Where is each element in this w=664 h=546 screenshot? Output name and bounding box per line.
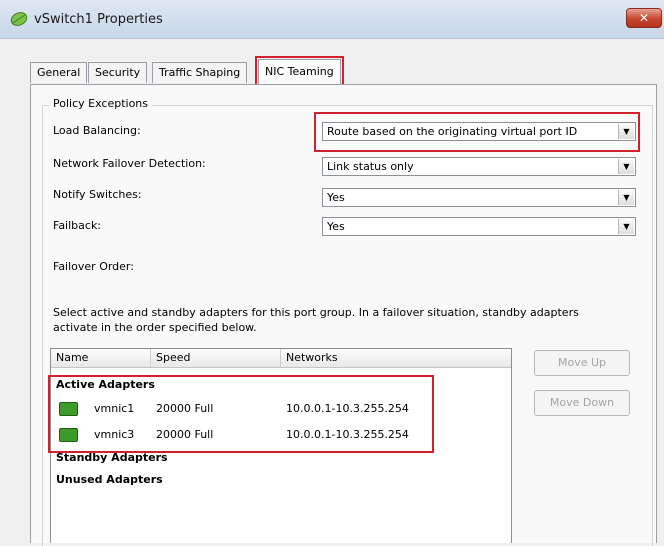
notify-switches-label: Notify Switches: — [53, 188, 142, 201]
notify-switches-value: Yes — [327, 191, 345, 204]
failover-detection-value: Link status only — [327, 160, 414, 173]
title-bar: vSwitch1 Properties ✕ — [0, 0, 664, 39]
failover-description: Select active and standby adapters for t… — [53, 306, 579, 334]
tab-general[interactable]: General — [30, 62, 88, 83]
failback-label: Failback: — [53, 219, 102, 232]
failback-select[interactable]: Yes ▼ — [322, 217, 636, 236]
chevron-down-icon[interactable]: ▼ — [618, 190, 634, 205]
column-networks[interactable]: Networks — [281, 349, 511, 367]
unused-adapters-heading: Unused Adapters — [56, 473, 163, 486]
load-balancing-highlight — [314, 112, 640, 152]
load-balancing-label: Load Balancing: — [53, 124, 141, 137]
failover-detection-label: Network Failover Detection: — [53, 157, 206, 170]
vswitch-leaf-icon — [10, 12, 28, 26]
chevron-down-icon[interactable]: ▼ — [618, 159, 634, 174]
adapter-list-header: Name Speed Networks — [51, 349, 511, 368]
move-up-button[interactable]: Move Up — [534, 350, 630, 376]
failover-detection-select[interactable]: Link status only ▼ — [322, 157, 636, 176]
policy-exceptions-label: Policy Exceptions — [49, 97, 153, 110]
tab-traffic-shaping[interactable]: Traffic Shaping — [152, 62, 248, 83]
chevron-down-icon[interactable]: ▼ — [618, 219, 634, 234]
window-title: vSwitch1 Properties — [34, 12, 163, 27]
failback-value: Yes — [327, 220, 345, 233]
active-adapters-highlight — [48, 375, 434, 453]
close-button[interactable]: ✕ — [626, 8, 662, 28]
tab-security[interactable]: Security — [88, 62, 148, 83]
failover-order-label: Failover Order: — [53, 260, 134, 273]
column-name[interactable]: Name — [51, 349, 151, 367]
column-speed[interactable]: Speed — [151, 349, 281, 367]
notify-switches-select[interactable]: Yes ▼ — [322, 188, 636, 207]
tab-nic-teaming[interactable]: NIC Teaming — [255, 56, 344, 87]
move-down-button[interactable]: Move Down — [534, 390, 630, 416]
